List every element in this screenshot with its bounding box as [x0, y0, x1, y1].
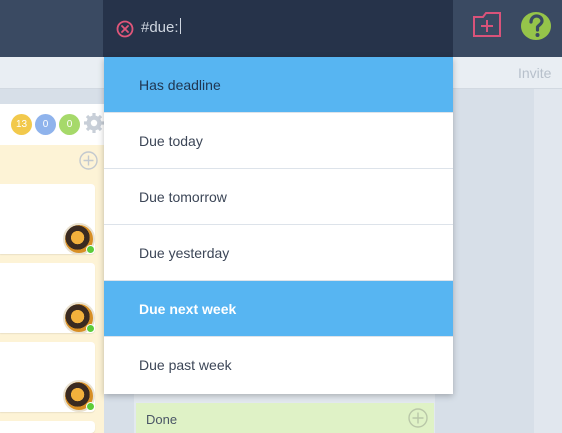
add-folder-icon[interactable] [472, 11, 502, 39]
suggestion-due-past-week[interactable]: Due past week [104, 337, 453, 393]
invite-link[interactable]: Invite [518, 65, 551, 81]
done-list-title: Done [146, 412, 178, 427]
add-icon[interactable] [408, 408, 428, 428]
done-list-header [136, 403, 434, 433]
search-suggestions-dropdown: Has deadline Due today Due tomorrow Due … [104, 57, 453, 394]
online-status-dot [86, 402, 95, 411]
gear-icon[interactable] [83, 112, 105, 134]
help-icon[interactable] [520, 11, 552, 41]
task-card[interactable] [0, 421, 95, 433]
board-column-right [534, 89, 562, 433]
add-card-icon[interactable] [79, 151, 98, 170]
suggestion-due-tomorrow[interactable]: Due tomorrow [104, 169, 453, 225]
counter-badge-green: 0 [59, 114, 80, 135]
suggestion-due-today[interactable]: Due today [104, 113, 453, 169]
search-input[interactable]: #due: [141, 18, 181, 38]
online-status-dot [86, 245, 95, 254]
online-status-dot [86, 324, 95, 333]
search-query: #due: [141, 19, 179, 36]
counter-badge-yellow: 13 [11, 114, 32, 135]
suggestion-due-yesterday[interactable]: Due yesterday [104, 225, 453, 281]
clear-search-icon[interactable] [116, 20, 134, 38]
suggestion-due-next-week[interactable]: Due next week [104, 281, 453, 337]
counter-badge-blue: 0 [35, 114, 56, 135]
suggestion-has-deadline[interactable]: Has deadline [104, 57, 453, 113]
